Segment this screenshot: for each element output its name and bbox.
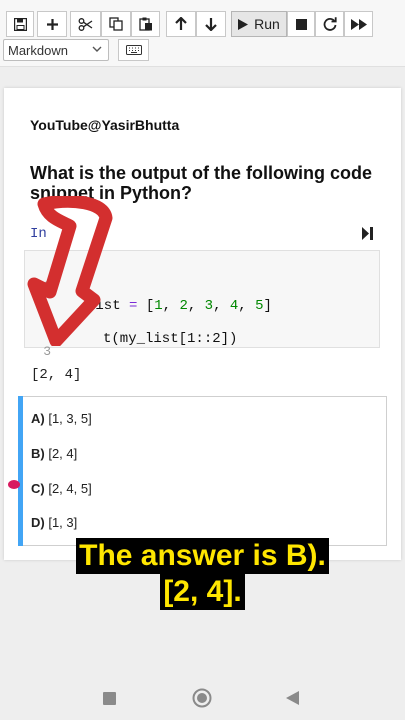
paste-icon	[138, 17, 152, 31]
cut-button[interactable]	[70, 11, 101, 37]
fast-forward-icon	[350, 18, 367, 30]
option-c: C) [2, 4, 5]	[31, 481, 92, 496]
caption-text: [2, 4].	[160, 574, 245, 610]
caption-text: The answer is B).	[76, 538, 329, 574]
keyboard-icon	[125, 45, 142, 55]
move-up-button[interactable]	[166, 11, 196, 37]
markdown-cell[interactable]: A) [1, 3, 5] B) [2, 4] C) [2, 4, 5] D) […	[18, 396, 387, 546]
copy-button[interactable]	[101, 11, 131, 37]
stop-icon	[295, 18, 307, 30]
option-text: [2, 4]	[48, 446, 78, 461]
cell-output: [2, 4]	[31, 367, 82, 383]
option-letter: A)	[31, 411, 45, 426]
answer-caption-line1: The answer is B).	[0, 538, 405, 574]
cursor-marker	[8, 480, 20, 489]
red-arrow-annotation-icon	[27, 196, 113, 346]
run-all-button[interactable]	[344, 11, 373, 37]
paste-button[interactable]	[131, 11, 160, 37]
run-button[interactable]: Run	[231, 11, 287, 37]
answer-caption-line2: [2, 4].	[0, 574, 405, 610]
restart-button[interactable]	[315, 11, 344, 37]
code-text: t(my_list[1::2])	[103, 331, 238, 347]
option-a: A) [1, 3, 5]	[31, 411, 92, 426]
interrupt-button[interactable]	[287, 11, 315, 37]
plus-icon	[46, 18, 58, 30]
system-navigation-bar	[0, 678, 405, 720]
channel-label: YouTube@YasirBhutta	[30, 117, 180, 133]
back-triangle-icon[interactable]	[286, 691, 299, 705]
option-letter: D)	[31, 515, 45, 530]
play-icon	[238, 18, 249, 30]
run-button-label: Run	[254, 16, 280, 32]
scissors-icon	[78, 17, 93, 31]
run-cell-icon[interactable]	[362, 227, 373, 240]
option-letter: C)	[31, 481, 45, 496]
option-letter: B)	[31, 446, 45, 461]
option-d: D) [1, 3]	[31, 515, 77, 530]
command-palette-button[interactable]	[118, 39, 149, 61]
save-button[interactable]	[6, 11, 34, 37]
notebook-toolbar: Run Markdown	[0, 0, 405, 67]
insert-cell-button[interactable]	[37, 11, 67, 37]
option-text: [2, 4, 5]	[48, 481, 92, 496]
option-text: [1, 3]	[48, 515, 78, 530]
home-circle-icon[interactable]	[192, 688, 212, 708]
cell-type-value: Markdown	[8, 42, 68, 58]
recents-square-icon[interactable]	[103, 692, 116, 705]
restart-icon	[323, 17, 337, 31]
selected-cell-indicator	[18, 396, 23, 546]
arrow-up-icon	[175, 17, 187, 30]
cell-type-select[interactable]: Markdown	[3, 39, 109, 61]
move-down-button[interactable]	[196, 11, 226, 37]
arrow-down-icon	[205, 18, 217, 31]
option-text: [1, 3, 5]	[48, 411, 92, 426]
copy-icon	[109, 17, 123, 31]
chevron-down-icon	[92, 46, 102, 52]
save-icon	[13, 17, 27, 31]
option-b: B) [2, 4]	[31, 446, 77, 461]
